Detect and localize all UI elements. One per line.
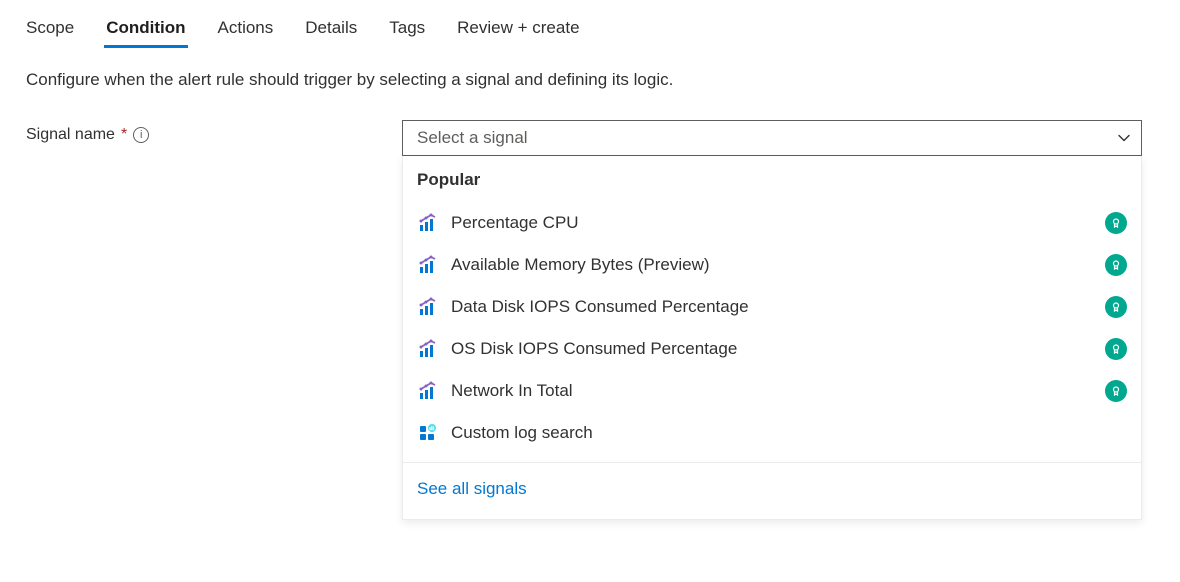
chevron-down-icon <box>1117 131 1131 145</box>
tab-scope[interactable]: Scope <box>26 18 74 46</box>
signal-label: Data Disk IOPS Consumed Percentage <box>451 297 749 317</box>
signal-item-percentage-cpu[interactable]: Percentage CPU <box>403 202 1141 244</box>
signal-item-available-memory[interactable]: Available Memory Bytes (Preview) <box>403 244 1141 286</box>
metric-icon <box>417 338 439 360</box>
metric-icon <box>417 212 439 234</box>
tab-details[interactable]: Details <box>305 18 357 46</box>
recommended-badge-icon <box>1105 296 1127 318</box>
signal-label: Percentage CPU <box>451 213 579 233</box>
metric-icon <box>417 380 439 402</box>
page-description: Configure when the alert rule should tri… <box>26 70 1154 90</box>
tab-actions[interactable]: Actions <box>218 18 274 46</box>
tab-tags[interactable]: Tags <box>389 18 425 46</box>
signal-name-control: Select a signal Popular <box>402 120 1142 520</box>
label-text: Signal name <box>26 126 115 144</box>
log-search-icon <box>417 422 439 444</box>
tab-bar: Scope Condition Actions Details Tags Rev… <box>26 18 1154 46</box>
signal-label: Custom log search <box>451 423 593 443</box>
signal-label: OS Disk IOPS Consumed Percentage <box>451 339 737 359</box>
signal-item-os-disk-iops[interactable]: OS Disk IOPS Consumed Percentage <box>403 328 1141 370</box>
metric-icon <box>417 296 439 318</box>
see-all-signals-link[interactable]: See all signals <box>403 463 1141 519</box>
signal-item-data-disk-iops[interactable]: Data Disk IOPS Consumed Percentage <box>403 286 1141 328</box>
select-placeholder: Select a signal <box>417 128 528 148</box>
recommended-badge-icon <box>1105 380 1127 402</box>
required-marker: * <box>121 126 127 144</box>
signal-name-field: Signal name * i Select a signal Popular <box>26 120 1154 520</box>
tab-review-create[interactable]: Review + create <box>457 18 579 46</box>
recommended-badge-icon <box>1105 254 1127 276</box>
signal-label: Available Memory Bytes (Preview) <box>451 255 710 275</box>
signal-dropdown: Popular Percentage C <box>402 156 1142 520</box>
info-icon[interactable]: i <box>133 127 149 143</box>
signal-select[interactable]: Select a signal <box>402 120 1142 156</box>
recommended-badge-icon <box>1105 338 1127 360</box>
signal-name-label: Signal name * i <box>26 120 386 144</box>
signal-item-custom-log-search[interactable]: Custom log search <box>403 412 1141 454</box>
metric-icon <box>417 254 439 276</box>
signal-item-network-in-total[interactable]: Network In Total <box>403 370 1141 412</box>
tab-condition[interactable]: Condition <box>106 18 185 46</box>
signal-label: Network In Total <box>451 381 573 401</box>
recommended-badge-icon <box>1105 212 1127 234</box>
dropdown-header: Popular <box>403 156 1141 202</box>
